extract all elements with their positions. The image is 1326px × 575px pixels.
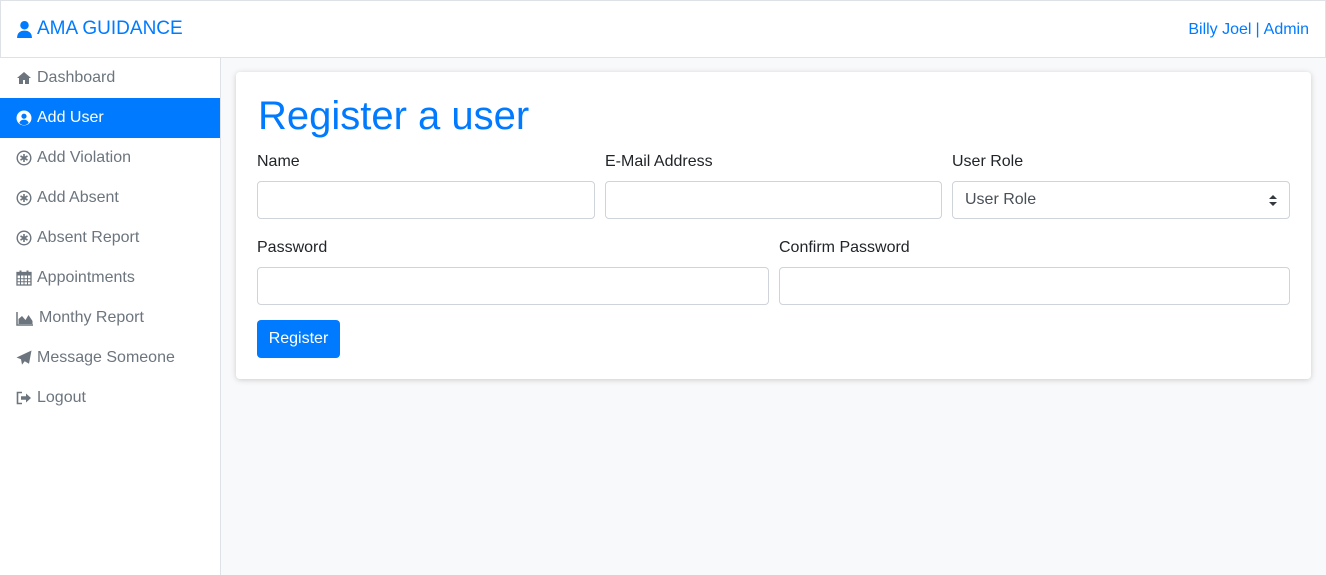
sidebar-item-label: Dashboard [37, 69, 116, 86]
user-icon [17, 20, 32, 38]
email-field[interactable] [605, 181, 942, 219]
sidebar-item-monthy-report[interactable]: Monthy Report [0, 298, 220, 338]
user-role-link[interactable]: Admin [1264, 21, 1309, 38]
asterisk-circle-icon [16, 190, 32, 206]
calendar-icon [16, 270, 32, 286]
asterisk-circle-icon [16, 150, 32, 166]
name-label: Name [257, 153, 300, 170]
user-info-separator: | [1255, 21, 1260, 38]
sidebar-item-message-someone[interactable]: Message Someone [0, 338, 220, 378]
sidebar-item-label: Add User [37, 109, 104, 126]
sidebar: Dashboard Add User Add Violation Add Abs… [0, 58, 221, 575]
user-circle-icon [16, 110, 32, 126]
area-chart-icon [16, 312, 33, 326]
user-name-link[interactable]: Billy Joel [1188, 21, 1251, 38]
brand-link[interactable]: AMA GUIDANCE [17, 18, 183, 40]
user-role-label: User Role [952, 153, 1024, 170]
sidebar-item-label: Add Absent [37, 189, 119, 206]
sidebar-item-label: Monthy Report [39, 309, 144, 326]
register-button[interactable]: Register [257, 320, 340, 358]
register-user-card: Register a user Name E-Mail Address User… [236, 72, 1311, 379]
user-info: Billy Joel | Admin [1188, 21, 1309, 39]
top-navbar: AMA GUIDANCE Billy Joel | Admin [0, 0, 1326, 58]
sidebar-item-label: Logout [37, 389, 86, 406]
paper-plane-icon [16, 350, 32, 365]
sidebar-item-add-absent[interactable]: Add Absent [0, 178, 220, 218]
asterisk-circle-icon [16, 230, 32, 246]
sign-out-icon [16, 391, 31, 405]
email-label: E-Mail Address [605, 153, 713, 170]
home-icon [17, 72, 31, 84]
sidebar-item-label: Message Someone [37, 349, 175, 366]
confirm-password-field[interactable] [779, 267, 1290, 305]
brand-label: AMA GUIDANCE [37, 18, 183, 39]
user-role-select[interactable]: User Role [952, 181, 1290, 219]
sidebar-item-dashboard[interactable]: Dashboard [0, 58, 220, 98]
sidebar-item-absent-report[interactable]: Absent Report [0, 218, 220, 258]
confirm-password-label: Confirm Password [779, 239, 910, 256]
page-title: Register a user [258, 94, 530, 138]
sidebar-item-label: Appointments [37, 269, 135, 286]
sidebar-item-appointments[interactable]: Appointments [0, 258, 220, 298]
name-field[interactable] [257, 181, 595, 219]
sidebar-item-label: Absent Report [37, 229, 140, 246]
sidebar-item-add-violation[interactable]: Add Violation [0, 138, 220, 178]
sidebar-item-add-user[interactable]: Add User [0, 98, 220, 138]
select-arrows-icon [1269, 194, 1277, 206]
user-role-selected-value: User Role [965, 191, 1037, 208]
sidebar-item-label: Add Violation [37, 149, 131, 166]
password-label: Password [257, 239, 328, 256]
password-field[interactable] [257, 267, 769, 305]
sidebar-item-logout[interactable]: Logout [0, 378, 220, 418]
